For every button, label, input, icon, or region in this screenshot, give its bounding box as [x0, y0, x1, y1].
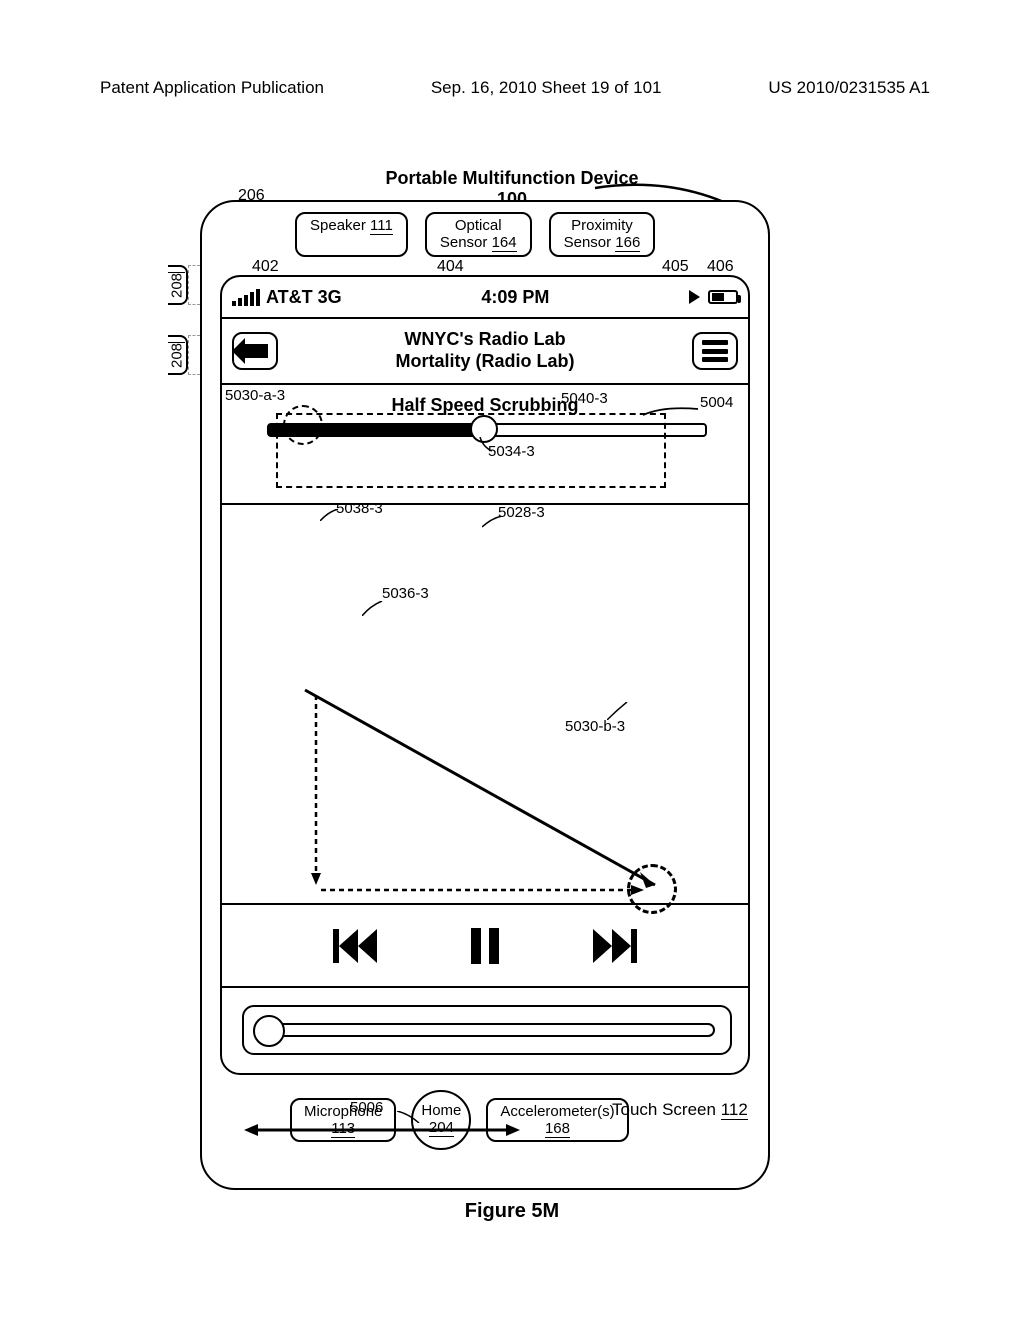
battery-icon [708, 290, 738, 304]
signal-icon [232, 289, 260, 306]
forward-button[interactable] [593, 929, 637, 963]
microphone-box: Microphone113 [290, 1098, 396, 1143]
status-right [689, 290, 738, 304]
tracklist-button[interactable] [692, 332, 738, 370]
header-center: Sep. 16, 2010 Sheet 19 of 101 [431, 78, 662, 98]
optical-sensor-box: Optical Sensor 164 [425, 212, 532, 257]
ref-5028-3: 5028-3 [498, 504, 545, 521]
ref-5004-lead [643, 403, 698, 413]
carrier-label: AT&T 3G [266, 287, 342, 308]
ref-5034-3: 5034-3 [488, 443, 535, 460]
ref-5036-3: 5036-3 [382, 585, 429, 602]
carrier-group: AT&T 3G [232, 287, 342, 308]
playback-controls [222, 903, 748, 988]
now-playing-header: WNYC's Radio Lab Mortality (Radio Lab) [222, 319, 748, 385]
home-label: Home [421, 1103, 461, 1120]
speaker-label: Speaker [310, 217, 366, 234]
ref-5038-lead [320, 508, 340, 520]
touch-point-a [283, 405, 323, 445]
speaker-num: 111 [370, 217, 393, 235]
status-bar: AT&T 3G 4:09 PM [222, 277, 748, 319]
pause-button[interactable] [467, 928, 503, 964]
header-left: Patent Application Publication [100, 78, 324, 98]
touchscreen-label: Touch Screen 112 [612, 1100, 748, 1120]
list-icon [702, 340, 728, 362]
header-right: US 2010/0231535 A1 [768, 78, 930, 98]
ref-5028-lead [482, 515, 504, 527]
side-208b-line [188, 335, 200, 375]
touch-screen[interactable]: AT&T 3G 4:09 PM WNYC's Radio Lab Mortali… [220, 275, 750, 1075]
volume-thumb[interactable] [253, 1015, 285, 1047]
ref-5030-b-3: 5030-b-3 [565, 718, 625, 735]
side-btn-208a: 208 [168, 265, 188, 305]
ref-5040-3: 5040-3 [561, 390, 608, 407]
prox-label2: Sensor [564, 234, 612, 251]
figure-label: Figure 5M [0, 1200, 1024, 1223]
side-208a-line [188, 265, 200, 305]
sensors-row: Speaker 111 Optical Sensor 164 Proximity… [295, 212, 655, 257]
title-line2: Mortality (Radio Lab) [396, 351, 575, 373]
volume-panel [242, 1005, 732, 1055]
accelerometer-box: Accelerometer(s)168 [486, 1098, 628, 1143]
track-title: WNYC's Radio Lab Mortality (Radio Lab) [396, 329, 575, 372]
status-time: 4:09 PM [481, 287, 549, 308]
prox-num: 166 [615, 234, 640, 252]
horizontal-component-5036 [316, 883, 648, 897]
ref-5004: 5004 [700, 394, 733, 411]
ref-5030b-lead [607, 702, 629, 720]
proximity-sensor-box: Proximity Sensor 166 [549, 212, 656, 257]
title-line1: WNYC's Radio Lab [396, 329, 575, 351]
ref-5030-a-3: 5030-a-3 [225, 387, 285, 404]
page-header: Patent Application Publication Sep. 16, … [100, 78, 930, 98]
optical-label2: Sensor [440, 234, 488, 251]
volume-slider[interactable] [259, 1023, 715, 1037]
ref-5038-3: 5038-3 [336, 500, 383, 517]
play-indicator-icon [689, 290, 700, 304]
rewind-button[interactable] [333, 929, 377, 963]
home-button[interactable]: Home 204 [411, 1090, 471, 1150]
side-btn-208b: 208 [168, 335, 188, 375]
prox-label1: Proximity [571, 217, 633, 234]
bottom-components: Microphone113 Home 204 Accelerometer(s)1… [290, 1090, 629, 1150]
optical-num: 164 [492, 234, 517, 252]
ref-5036-lead [362, 601, 384, 616]
home-num: 204 [429, 1120, 454, 1138]
speaker-box: Speaker 111 [295, 212, 408, 257]
optical-label1: Optical [455, 217, 502, 234]
ref-5034-lead [478, 437, 493, 452]
vertical-component-5038 [309, 690, 323, 890]
back-arrow-icon [242, 344, 268, 358]
back-button[interactable] [232, 332, 278, 370]
album-art-area: 5006 Touch Screen 112 [222, 505, 748, 903]
